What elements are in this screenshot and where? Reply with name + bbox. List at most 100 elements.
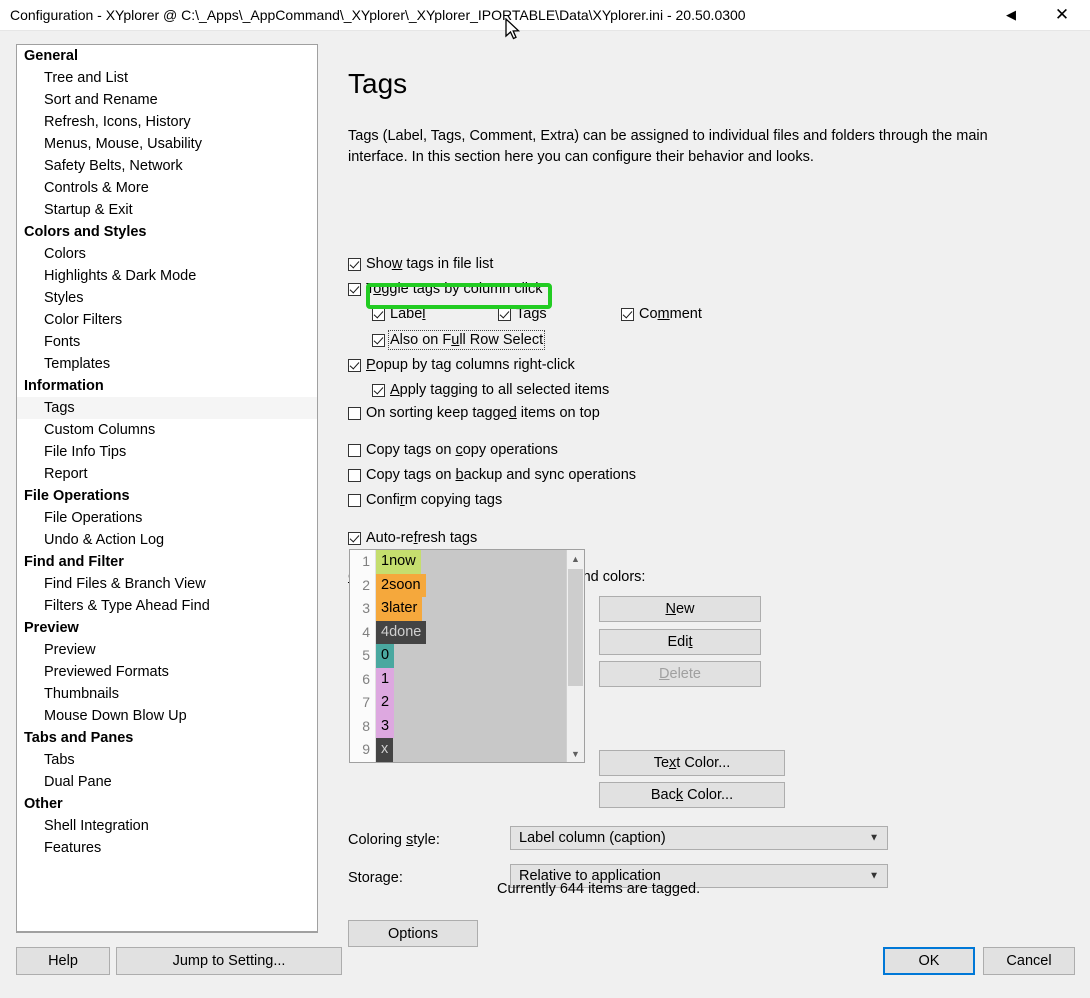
- sidebar-item-styles[interactable]: Styles: [17, 287, 317, 309]
- label-caption-chip[interactable]: 2: [376, 691, 395, 715]
- new-button[interactable]: New: [599, 596, 761, 622]
- nav-group-preview: Preview: [24, 620, 79, 636]
- sidebar-item-menus-mouse-usability[interactable]: Menus, Mouse, Usability: [17, 133, 317, 155]
- checkbox-copy-tags-on-backup-and-sync[interactable]: Copy tags on backup and sync operations: [348, 467, 636, 483]
- checkbox-label-col-tags: Tags: [516, 306, 547, 322]
- sidebar-item-fonts[interactable]: Fonts: [17, 331, 317, 353]
- delete-button[interactable]: Delete: [599, 661, 761, 687]
- label-list-item[interactable]: 3: [376, 714, 566, 738]
- checkbox-popup-by-tag-columns-right-click[interactable]: Popup by tag columns right-click: [348, 357, 575, 373]
- sidebar-item-safety-belts-network[interactable]: Safety Belts, Network: [17, 155, 317, 177]
- checkbox-box-popup-right-click[interactable]: [348, 358, 361, 372]
- checkbox-confirm-copying-tags[interactable]: Confirm copying tags: [348, 492, 502, 508]
- collapse-icon[interactable]: ◀: [988, 0, 1034, 30]
- checkbox-box-copy-on-backup[interactable]: [348, 468, 361, 482]
- checkbox-col-label[interactable]: Label: [372, 306, 426, 322]
- back-color-button[interactable]: Back Color...: [599, 782, 785, 808]
- checkbox-box-toggle-tags[interactable]: [348, 282, 361, 296]
- checkbox-toggle-tags-by-column-click[interactable]: Toggle tags by column click: [348, 281, 543, 297]
- sidebar-item-report[interactable]: Report: [17, 463, 317, 485]
- sidebar-item-tabs[interactable]: Tabs: [17, 749, 317, 771]
- label-caption-chip[interactable]: 0: [376, 644, 395, 668]
- checkbox-copy-tags-on-copy-operations[interactable]: Copy tags on copy operations: [348, 442, 558, 458]
- nav-group-tabs-and-panes: Tabs and Panes: [24, 730, 134, 746]
- sidebar-item-templates[interactable]: Templates: [17, 353, 317, 375]
- options-button[interactable]: Options: [348, 920, 478, 947]
- sidebar-item-file-info-tips[interactable]: File Info Tips: [17, 441, 317, 463]
- scroll-up-icon[interactable]: ▲: [567, 550, 584, 567]
- sidebar-item-shell-integration[interactable]: Shell Integration: [17, 815, 317, 837]
- sidebar-item-find-files-branch-view[interactable]: Find Files & Branch View: [17, 573, 317, 595]
- sidebar-item-thumbnails[interactable]: Thumbnails: [17, 683, 317, 705]
- label-list-box[interactable]: 123456789 1now 2soon 3later 4done 0 1 2 3 x ▲ ▼: [349, 549, 585, 763]
- checkbox-on-sorting-keep-tagged-items-on-top[interactable]: On sorting keep tagged items on top: [348, 405, 600, 421]
- nav-group-find-and-filter: Find and Filter: [24, 554, 124, 570]
- sidebar-item-features[interactable]: Features: [17, 837, 317, 859]
- checkbox-box-confirm-copying[interactable]: [348, 493, 361, 507]
- label-list-item[interactable]: 2: [376, 691, 566, 715]
- sidebar-item-refresh-icons-history[interactable]: Refresh, Icons, History: [17, 111, 317, 133]
- sidebar-item-controls-more[interactable]: Controls & More: [17, 177, 317, 199]
- sidebar-item-previewed-formats[interactable]: Previewed Formats: [17, 661, 317, 683]
- page-description: Tags (Label, Tags, Comment, Extra) can b…: [348, 128, 988, 165]
- checkbox-label-confirm-copying: Confirm copying tags: [366, 492, 503, 508]
- label-list-item[interactable]: 4done: [376, 620, 566, 644]
- checkbox-box-copy-on-copy[interactable]: [348, 443, 361, 457]
- sidebar-item-highlights-dark-mode[interactable]: Highlights & Dark Mode: [17, 265, 317, 287]
- label-list-item[interactable]: 1now: [376, 550, 566, 574]
- coloring-style-dropdown[interactable]: Label column (caption) ▼: [510, 826, 888, 850]
- sidebar-item-file-operations[interactable]: File Operations: [17, 507, 317, 529]
- label-caption-chip[interactable]: x: [376, 738, 394, 762]
- scrollbar-thumb[interactable]: [568, 569, 583, 686]
- label-caption-chip[interactable]: 4done: [376, 620, 427, 644]
- checkbox-box-col-label[interactable]: [372, 307, 385, 321]
- scroll-down-icon[interactable]: ▼: [567, 745, 584, 762]
- cancel-button[interactable]: Cancel: [983, 947, 1075, 975]
- label-caption-chip[interactable]: 1now: [376, 550, 421, 574]
- sidebar-item-dual-pane[interactable]: Dual Pane: [17, 771, 317, 793]
- sidebar-item-undo-action-log[interactable]: Undo & Action Log: [17, 529, 317, 551]
- checkbox-box-col-comment[interactable]: [621, 307, 634, 321]
- sidebar-item-color-filters[interactable]: Color Filters: [17, 309, 317, 331]
- help-button[interactable]: Help: [16, 947, 110, 975]
- checkbox-box-also-on-full-row-select[interactable]: [372, 333, 385, 347]
- sidebar-item-filters-type-ahead-find[interactable]: Filters & Type Ahead Find: [17, 595, 317, 617]
- checkbox-box-col-tags[interactable]: [498, 307, 511, 321]
- sidebar-item-custom-columns[interactable]: Custom Columns: [17, 419, 317, 441]
- label-caption-chip[interactable]: 3later: [376, 597, 423, 621]
- label-list-item[interactable]: 2soon: [376, 573, 566, 597]
- label-list-scrollbar[interactable]: ▲ ▼: [566, 550, 584, 762]
- edit-button[interactable]: Edit: [599, 629, 761, 655]
- text-color-button[interactable]: Text Color...: [599, 750, 785, 776]
- label-list-rows[interactable]: 1now 2soon 3later 4done 0 1 2 3 x: [376, 550, 566, 762]
- sidebar-item-tags[interactable]: Tags: [17, 397, 317, 419]
- sidebar-item-colors[interactable]: Colors: [17, 243, 317, 265]
- checkbox-show-tags-in-file-list[interactable]: Show tags in file list: [348, 256, 493, 272]
- checkbox-col-comment[interactable]: Comment: [621, 306, 702, 322]
- sidebar-item-startup-exit[interactable]: Startup & Exit: [17, 199, 317, 221]
- sidebar-item-sort-and-rename[interactable]: Sort and Rename: [17, 89, 317, 111]
- checkbox-box-auto-refresh[interactable]: [348, 531, 361, 545]
- sidebar-item-mouse-down-blow-up[interactable]: Mouse Down Blow Up: [17, 705, 317, 727]
- label-caption-chip[interactable]: 3: [376, 714, 395, 738]
- label-caption-chip[interactable]: 1: [376, 667, 395, 691]
- nav-group-general: General: [24, 48, 78, 64]
- label-list-item[interactable]: 3later: [376, 597, 566, 621]
- checkbox-apply-tagging-to-all-selected-items[interactable]: Apply tagging to all selected items: [372, 382, 609, 398]
- settings-nav-tree[interactable]: General Tree and List Sort and Rename Refre…: [16, 44, 318, 932]
- close-icon[interactable]: ✕: [1034, 0, 1090, 30]
- label-list-item[interactable]: 0: [376, 644, 566, 668]
- label-list-item[interactable]: 1: [376, 667, 566, 691]
- label-list-item[interactable]: x: [376, 738, 566, 762]
- checkbox-box-keep-tagged-on-top[interactable]: [348, 406, 361, 420]
- sidebar-item-tree-and-list[interactable]: Tree and List: [17, 67, 317, 89]
- checkbox-col-tags[interactable]: Tags: [498, 306, 547, 322]
- ok-button[interactable]: OK: [883, 947, 975, 975]
- checkbox-auto-refresh-tags[interactable]: Auto-refresh tags: [348, 530, 477, 546]
- label-caption-chip[interactable]: 2soon: [376, 573, 426, 597]
- jump-to-setting-button[interactable]: Jump to Setting...: [116, 947, 342, 975]
- checkbox-box-apply-tagging[interactable]: [372, 383, 385, 397]
- checkbox-box-show-tags[interactable]: [348, 257, 361, 271]
- checkbox-also-on-full-row-select[interactable]: Also on Full Row Select: [372, 330, 546, 350]
- sidebar-item-preview[interactable]: Preview: [17, 639, 317, 661]
